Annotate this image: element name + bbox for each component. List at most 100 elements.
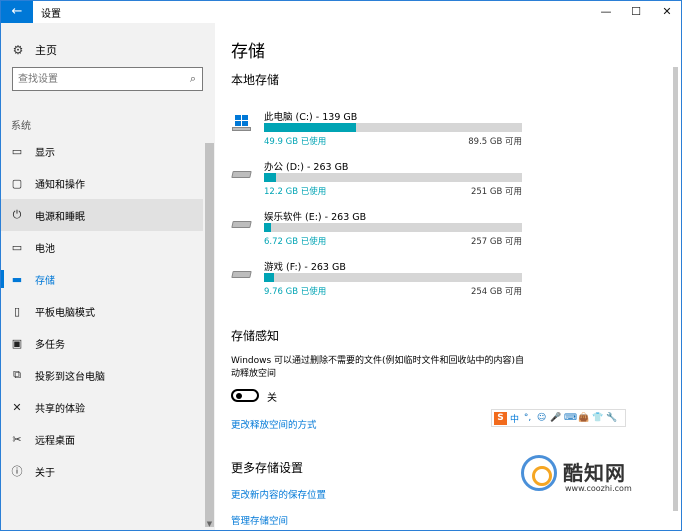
sidebar-item-tablet-mode[interactable]: ▯ 平板电脑模式	[1, 295, 203, 327]
power-icon: ⏻	[12, 208, 22, 221]
sidebar-item-about[interactable]: ⓘ 关于	[1, 455, 203, 487]
sidebar-item-label: 通知和操作	[35, 179, 85, 191]
windows-drive-icon	[232, 115, 252, 131]
sidebar-item-remote-desktop[interactable]: ✂ 远程桌面	[1, 423, 203, 455]
project-icon: ⧉	[13, 368, 21, 381]
storage-sense-heading: 存储感知	[231, 329, 280, 343]
main-scrollbar[interactable]	[673, 67, 678, 511]
usage-bar-fill	[264, 173, 276, 182]
tablet-icon: ▯	[13, 304, 21, 318]
change-save-location-link[interactable]: 更改新内容的保存位置	[231, 487, 326, 501]
search-box[interactable]: ⌕	[12, 67, 203, 91]
wrench-icon[interactable]: 🔧	[606, 413, 617, 423]
sidebar-item-notifications[interactable]: ▢ 通知和操作	[1, 167, 203, 199]
usage-bar	[264, 173, 522, 182]
category-title: 系统	[11, 121, 31, 132]
sidebar-item-project-to-pc[interactable]: ⧉ 投影到这台电脑	[1, 359, 203, 391]
more-storage-settings-heading: 更多存储设置	[231, 461, 304, 475]
used-space-label: 49.9 GB 已使用	[264, 137, 327, 147]
free-space-label: 257 GB 可用	[470, 237, 522, 247]
main-content: 存储 本地存储 此电脑 (C:) - 139 GB 49.9 GB 已使用 89.5…	[215, 23, 681, 530]
drive-name: 此电脑 (C:) - 139 GB	[264, 112, 358, 123]
usage-bar	[264, 223, 522, 232]
drive-shape	[231, 171, 252, 178]
toolbox-icon[interactable]: 👜	[578, 413, 589, 423]
sidebar-item-shared-experiences[interactable]: ✕ 共享的体验	[1, 391, 203, 423]
hard-drive-icon	[231, 165, 252, 179]
storage-icon: ▬	[11, 272, 23, 286]
free-space-label: 251 GB 可用	[470, 187, 522, 197]
free-space-label: 254 GB 可用	[470, 287, 522, 297]
notification-icon: ▢	[11, 176, 23, 190]
sidebar-item-label: 平板电脑模式	[35, 307, 95, 319]
sidebar-item-label: 电源和睡眠	[35, 211, 85, 223]
change-free-space-link[interactable]: 更改释放空间的方式	[231, 417, 317, 431]
keyboard-icon[interactable]: ⌨	[564, 413, 577, 423]
sidebar-item-label: 投影到这台电脑	[35, 371, 105, 383]
usage-bar-fill	[264, 223, 271, 232]
storage-sense-toggle[interactable]	[231, 389, 259, 402]
sidebar-item-label: 显示	[35, 147, 55, 159]
page-title: 存储	[231, 42, 265, 62]
sidebar-item-multitasking[interactable]: ▣ 多任务	[1, 327, 203, 359]
sidebar-item-display[interactable]: ▭ 显示	[1, 135, 203, 167]
home-link[interactable]: ⚙ 主页	[11, 40, 57, 60]
search-input[interactable]	[18, 71, 178, 87]
back-arrow-icon[interactable]: ←	[1, 1, 33, 23]
emoji-icon[interactable]: ☺	[536, 413, 547, 423]
manage-storage-spaces-link[interactable]: 管理存储空间	[231, 513, 288, 527]
sogou-logo-icon[interactable]: S	[494, 411, 507, 425]
hard-drive-icon	[231, 265, 252, 279]
skin-icon[interactable]: 👕	[592, 413, 603, 423]
ime-toolbar[interactable]: S 中 °, ☺ 🎤 ⌨ 👜 👕 🔧	[491, 409, 626, 427]
storage-sense-description: Windows 可以通过删除不需要的文件(例如临时文件和回收站中的内容)自动释放…	[231, 356, 525, 379]
free-space-label: 89.5 GB 可用	[468, 137, 522, 147]
monitor-icon: ▭	[11, 144, 23, 158]
window-title: 设置	[41, 9, 61, 20]
ime-mode-label[interactable]: 中	[510, 412, 519, 425]
scroll-down-icon[interactable]: ▼	[204, 520, 215, 530]
usage-bar-fill	[264, 273, 274, 282]
used-space-label: 6.72 GB 已使用	[264, 237, 327, 247]
search-icon[interactable]: ⌕	[190, 72, 196, 86]
share-icon: ✕	[12, 400, 22, 414]
drive-item[interactable]: 娱乐软件 (E:) - 263 GB 6.72 GB 已使用 257 GB 可用	[231, 209, 524, 253]
punctuation-icon[interactable]: °,	[522, 413, 533, 423]
toggle-state-label: 关	[267, 393, 277, 404]
sidebar-item-label: 多任务	[35, 339, 65, 351]
info-icon: ⓘ	[11, 465, 23, 478]
drive-name: 游戏 (F:) - 263 GB	[264, 262, 346, 273]
close-icon[interactable]: ✕	[652, 1, 681, 23]
local-storage-heading: 本地存储	[231, 73, 280, 87]
drive-base	[232, 127, 251, 131]
watermark: 酷知网 www.coozhi.com	[521, 455, 657, 495]
drive-item[interactable]: 游戏 (F:) - 263 GB 9.76 GB 已使用 254 GB 可用	[231, 259, 524, 303]
sidebar-item-label: 共享的体验	[35, 403, 85, 415]
gear-icon: ⚙	[12, 43, 24, 57]
microphone-icon[interactable]: 🎤	[550, 413, 561, 423]
drive-item[interactable]: 办公 (D:) - 263 GB 12.2 GB 已使用 251 GB 可用	[231, 159, 524, 203]
multitask-icon: ▣	[11, 336, 23, 350]
sidebar-item-label: 电池	[35, 243, 55, 255]
battery-icon: ▭	[11, 240, 23, 254]
sidebar-scrollbar[interactable]	[205, 143, 214, 527]
sidebar-item-battery[interactable]: ▭ 电池	[1, 231, 203, 263]
used-space-label: 12.2 GB 已使用	[264, 187, 327, 197]
drive-item[interactable]: 此电脑 (C:) - 139 GB 49.9 GB 已使用 89.5 GB 可用	[232, 109, 524, 153]
windows-logo-icon	[235, 115, 248, 126]
sidebar-item-storage[interactable]: ▬ 存储	[1, 263, 203, 295]
drive-name: 办公 (D:) - 263 GB	[264, 162, 349, 173]
usage-bar-fill	[264, 123, 357, 132]
used-space-label: 9.76 GB 已使用	[264, 287, 327, 297]
minimize-icon[interactable]: —	[591, 1, 621, 23]
sidebar-item-label: 存储	[35, 275, 55, 287]
sidebar-item-power-sleep[interactable]: ⏻ 电源和睡眠	[1, 199, 203, 231]
drive-shape	[231, 271, 252, 278]
toggle-knob	[236, 393, 242, 399]
sidebar-item-label: 关于	[35, 467, 55, 479]
usage-bar	[264, 273, 522, 282]
maximize-icon[interactable]: ☐	[621, 1, 651, 23]
watermark-brand: 酷知网	[563, 461, 626, 485]
watermark-logo-icon	[521, 455, 557, 491]
drive-name: 娱乐软件 (E:) - 263 GB	[264, 212, 367, 223]
